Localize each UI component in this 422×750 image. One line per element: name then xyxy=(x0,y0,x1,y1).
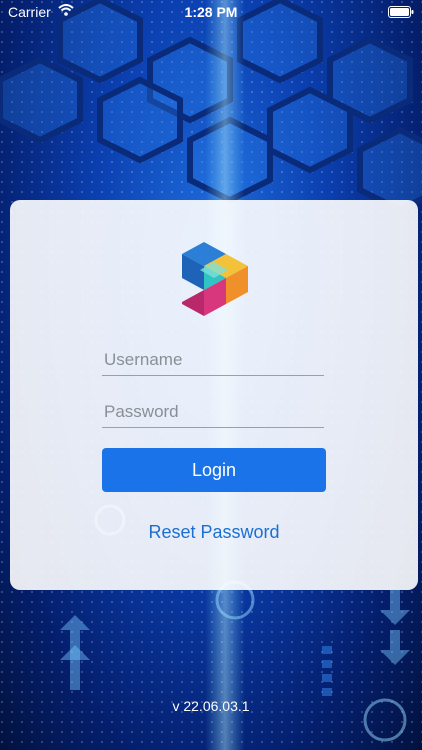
status-bar: Carrier 1:28 PM xyxy=(0,0,422,24)
battery-icon xyxy=(388,6,414,18)
login-card: Login Reset Password xyxy=(10,200,418,590)
app-version: v 22.06.03.1 xyxy=(172,698,250,714)
status-time: 1:28 PM xyxy=(184,4,238,20)
reset-password-link[interactable]: Reset Password xyxy=(10,522,418,543)
password-input[interactable] xyxy=(102,396,324,428)
login-button[interactable]: Login xyxy=(102,448,326,492)
app-logo xyxy=(182,242,248,316)
username-input[interactable] xyxy=(102,344,324,376)
